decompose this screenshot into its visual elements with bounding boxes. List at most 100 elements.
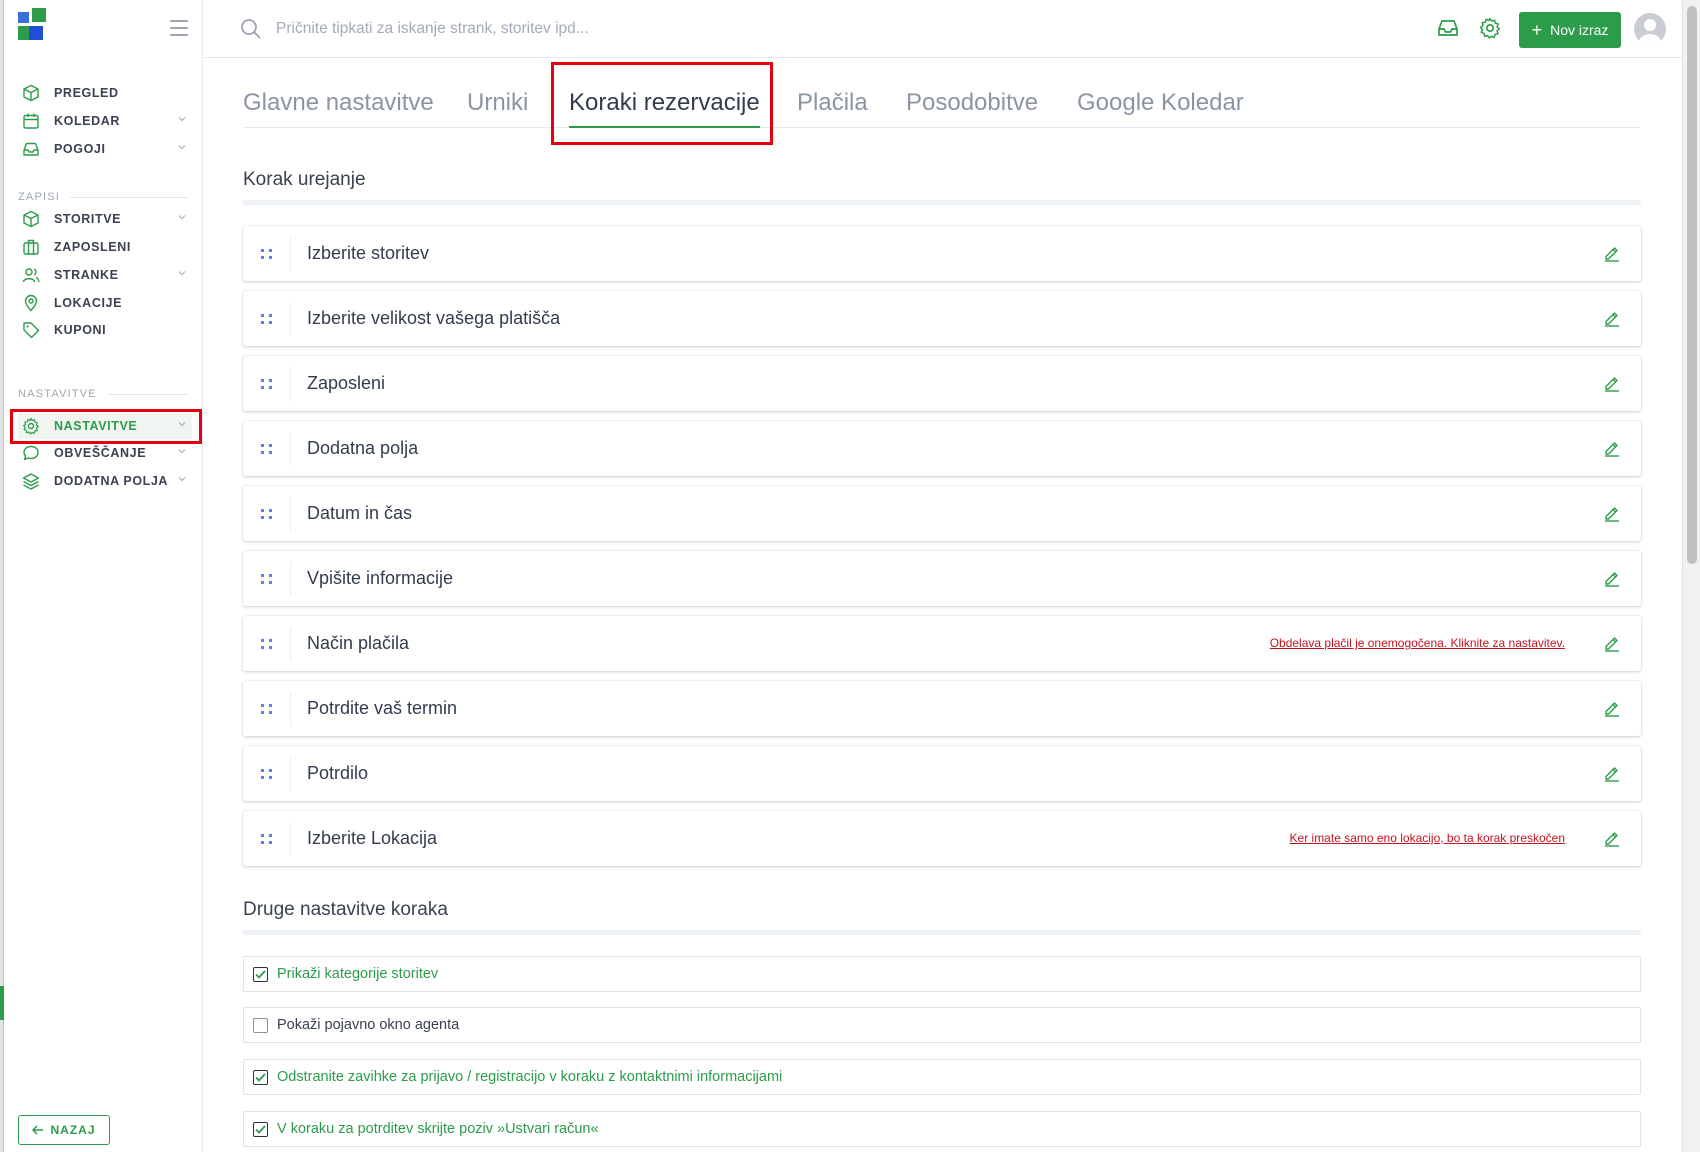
step-warning-link[interactable]: Ker imate samo eno lokacijo, bo ta korak… <box>1290 831 1565 845</box>
inbox-icon[interactable] <box>1436 16 1460 40</box>
drag-handle-icon[interactable] <box>243 431 291 466</box>
sidebar-item-dodatna-polja[interactable]: DODATNA POLJA <box>18 468 192 494</box>
drag-handle-icon[interactable] <box>243 821 291 856</box>
inbox-icon <box>23 142 39 156</box>
option-checkbox[interactable] <box>253 1069 268 1085</box>
sidebar-item-label: LOKACIJE <box>54 296 123 310</box>
menu-toggle-icon[interactable] <box>170 20 188 36</box>
back-button-label: NAZAJ <box>50 1123 96 1137</box>
gear-icon[interactable] <box>1478 16 1502 40</box>
tab-payments[interactable]: Plačila <box>797 89 868 117</box>
drag-handle-icon[interactable] <box>243 756 291 791</box>
other-settings-title: Druge nastavitve koraka <box>243 899 448 920</box>
step-title: Zaposleni <box>307 373 386 393</box>
sidebar-item-label: STORITVE <box>54 212 122 226</box>
booking-step-row[interactable]: Dodatna polja <box>243 421 1641 476</box>
edit-pencil-icon[interactable] <box>1603 244 1621 262</box>
cube-icon <box>23 210 39 228</box>
page-scrollbar[interactable] <box>1682 0 1700 1152</box>
sidebar-item-storitve[interactable]: STORITVE <box>18 206 192 232</box>
edit-pencil-icon[interactable] <box>1603 634 1621 652</box>
option-label: Pokaži pojavno okno agenta <box>277 1017 460 1033</box>
back-button[interactable]: NAZAJ <box>18 1115 110 1145</box>
step-title: Izberite Lokacija <box>307 828 438 848</box>
step-title: Način plačila <box>307 633 410 653</box>
edit-pencil-icon[interactable] <box>1603 569 1621 587</box>
edit-pencil-icon[interactable] <box>1603 764 1621 782</box>
drag-handle-icon[interactable] <box>243 366 291 401</box>
calendar-icon <box>23 113 39 129</box>
chevron-down-icon <box>178 449 186 454</box>
sidebar-item-label: ZAPOSLENI <box>54 240 131 254</box>
tab-updates[interactable]: Posodobitve <box>906 89 1038 117</box>
sidebar-item-label: OBVEŠČANJE <box>54 446 147 460</box>
sidebar-item-stranke[interactable]: STRANKE <box>18 262 192 288</box>
edit-pencil-icon[interactable] <box>1603 829 1621 847</box>
edit-pencil-icon[interactable] <box>1603 439 1621 457</box>
booking-step-row[interactable]: Datum in čas <box>243 486 1641 541</box>
sidebar-item-label: STRANKE <box>54 268 119 282</box>
booking-step-row[interactable]: Izberite Lokacija Ker imate samo eno loka… <box>243 811 1641 866</box>
step-option-row[interactable]: Odstranite zavihke za prijavo / registra… <box>243 1059 1641 1095</box>
steps-section-divider <box>243 200 1641 205</box>
sidebar-item-pregled[interactable]: PREGLED <box>18 80 192 106</box>
step-title: Izberite velikost vašega platišča <box>307 308 561 328</box>
sidebar-item-kuponi[interactable]: KUPONI <box>18 317 192 343</box>
sidebar-item-nastavitve[interactable]: NASTAVITVE <box>18 413 192 439</box>
sidebar-item-label: PREGLED <box>54 86 119 100</box>
chevron-down-icon <box>178 477 186 482</box>
step-title: Dodatna polja <box>307 438 419 458</box>
drag-handle-icon[interactable] <box>243 626 291 661</box>
tab-google-calendar[interactable]: Google Koledar <box>1077 89 1244 117</box>
drag-handle-icon[interactable] <box>243 301 291 336</box>
step-warning-link[interactable]: Obdelava plačil je onemogočena. Kliknite… <box>1270 636 1565 650</box>
drag-handle-icon[interactable] <box>243 236 291 271</box>
sidebar-item-pogoji[interactable]: POGOJI <box>18 136 192 162</box>
option-label: Odstranite zavihke za prijavo / registra… <box>277 1069 783 1085</box>
new-appointment-button[interactable]: + Nov izraz <box>1519 12 1621 48</box>
booking-step-row[interactable]: Izberite storitev <box>243 226 1641 281</box>
sidebar-item-koledar[interactable]: KOLEDAR <box>18 108 192 134</box>
booking-step-row[interactable]: Potrdite vaš termin <box>243 681 1641 736</box>
option-label: Prikaži kategorije storitev <box>277 966 439 982</box>
edit-pencil-icon[interactable] <box>1603 374 1621 392</box>
sidebar-item-lokacije[interactable]: LOKACIJE <box>18 290 192 316</box>
step-title: Izberite storitev <box>307 243 430 263</box>
step-option-row[interactable]: Prikaži kategorije storitev <box>243 956 1641 992</box>
edit-pencil-icon[interactable] <box>1603 309 1621 327</box>
arrow-left-icon <box>32 1125 44 1135</box>
chevron-down-icon <box>178 117 186 122</box>
app-logo[interactable] <box>18 8 54 42</box>
tab-schedules[interactable]: Urniki <box>467 89 528 117</box>
scrollbar-thumb[interactable] <box>1687 6 1697 564</box>
step-option-row[interactable]: V koraku za potrditev skrijte poziv »Ust… <box>243 1111 1641 1147</box>
booking-step-row[interactable]: Zaposleni <box>243 356 1641 411</box>
sidebar-item-zaposleni[interactable]: ZAPOSLENI <box>18 234 192 260</box>
booking-step-row[interactable]: Izberite velikost vašega platišča <box>243 291 1641 346</box>
tab-booking-steps[interactable]: Koraki rezervacije <box>569 89 760 128</box>
option-label: V koraku za potrditev skrijte poziv »Ust… <box>277 1121 599 1137</box>
option-checkbox[interactable] <box>253 966 268 982</box>
booking-step-row[interactable]: Način plačila Obdelava plačil je onemogoč… <box>243 616 1641 671</box>
avatar[interactable] <box>1634 13 1666 45</box>
other-settings-divider <box>243 930 1641 935</box>
booking-step-row[interactable]: Potrdilo <box>243 746 1641 801</box>
step-title: Potrdilo <box>307 763 369 783</box>
edit-pencil-icon[interactable] <box>1603 504 1621 522</box>
step-option-row[interactable]: Pokaži pojavno okno agenta <box>243 1007 1641 1043</box>
drag-handle-icon[interactable] <box>243 561 291 596</box>
top-bar: + Nov izraz <box>204 0 1682 58</box>
steps-section-title: Korak urejanje <box>243 169 366 190</box>
sidebar-item-label: KOLEDAR <box>54 114 121 128</box>
option-checkbox[interactable] <box>253 1017 268 1033</box>
booking-step-row[interactable]: Vpišite informacije <box>243 551 1641 606</box>
option-checkbox[interactable] <box>253 1121 268 1137</box>
search-input[interactable] <box>276 14 876 44</box>
sidebar-item-obvescanje[interactable]: OBVEŠČANJE <box>18 440 192 466</box>
checkmark-icon <box>255 969 266 979</box>
sidebar-item-label: DODATNA POLJA <box>54 474 169 488</box>
edit-pencil-icon[interactable] <box>1603 699 1621 717</box>
drag-handle-icon[interactable] <box>243 496 291 531</box>
tab-main-settings[interactable]: Glavne nastavitve <box>243 89 434 117</box>
drag-handle-icon[interactable] <box>243 691 291 726</box>
